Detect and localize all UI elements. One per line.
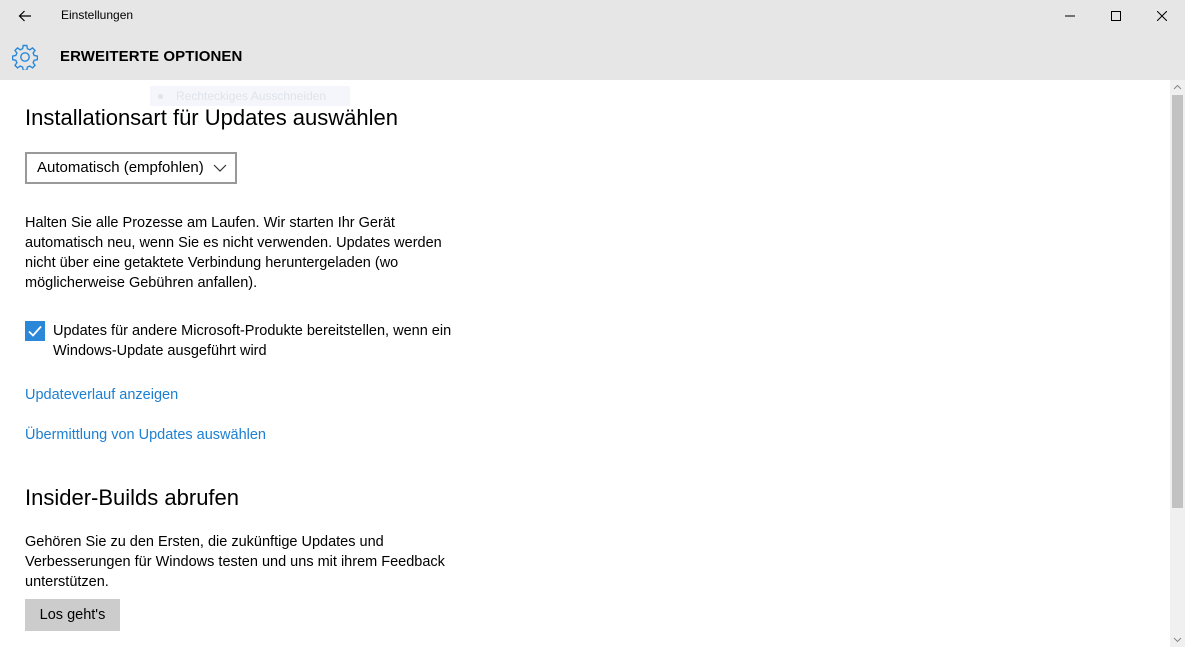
delivery-optimization-link[interactable]: Übermittlung von Updates auswählen	[25, 427, 266, 443]
settings-window: Einstellungen ERWEITERTE OPTIONEN Rechte…	[0, 0, 1185, 647]
close-button[interactable]	[1139, 0, 1185, 32]
get-started-button[interactable]: Los geht's	[25, 599, 120, 631]
app-title: Einstellungen	[61, 8, 134, 22]
scroll-up-button[interactable]	[1170, 80, 1185, 94]
maximize-button[interactable]	[1093, 0, 1139, 32]
scroll-thumb[interactable]	[1172, 95, 1183, 508]
install-type-description: Halten Sie alle Prozesse am Laufen. Wir …	[25, 215, 442, 291]
install-type-dropdown[interactable]: Automatisch (empfohlen)	[25, 152, 237, 184]
minimize-button[interactable]	[1047, 0, 1093, 32]
main-content: Installationsart für Updates auswählen A…	[0, 80, 1170, 647]
gear-icon	[12, 44, 38, 70]
maximize-icon	[1111, 11, 1121, 21]
back-button[interactable]	[8, 2, 42, 30]
other-products-checkbox[interactable]	[25, 321, 45, 341]
chevron-down-icon	[1173, 637, 1182, 643]
arrow-left-icon	[18, 10, 31, 22]
title-bar: Einstellungen	[0, 0, 1185, 32]
chevron-down-icon	[213, 164, 227, 172]
close-icon	[1157, 11, 1167, 21]
page-header: ERWEITERTE OPTIONEN	[0, 32, 1185, 80]
scroll-down-button[interactable]	[1170, 633, 1185, 647]
update-history-link[interactable]: Updateverlauf anzeigen	[25, 387, 178, 403]
other-products-checkbox-label: Updates für andere Microsoft-Produkte be…	[53, 323, 452, 359]
page-title: ERWEITERTE OPTIONEN	[60, 48, 243, 65]
insider-description: Gehören Sie zu den Ersten, die zukünftig…	[25, 534, 445, 590]
checkmark-icon	[28, 325, 42, 337]
install-type-heading: Installationsart für Updates auswählen	[25, 105, 398, 130]
insider-builds-heading: Insider-Builds abrufen	[25, 485, 240, 510]
dropdown-value: Automatisch (empfohlen)	[37, 159, 204, 176]
chevron-up-icon	[1173, 84, 1182, 90]
minimize-icon	[1065, 15, 1075, 17]
vertical-scrollbar[interactable]	[1170, 80, 1185, 647]
